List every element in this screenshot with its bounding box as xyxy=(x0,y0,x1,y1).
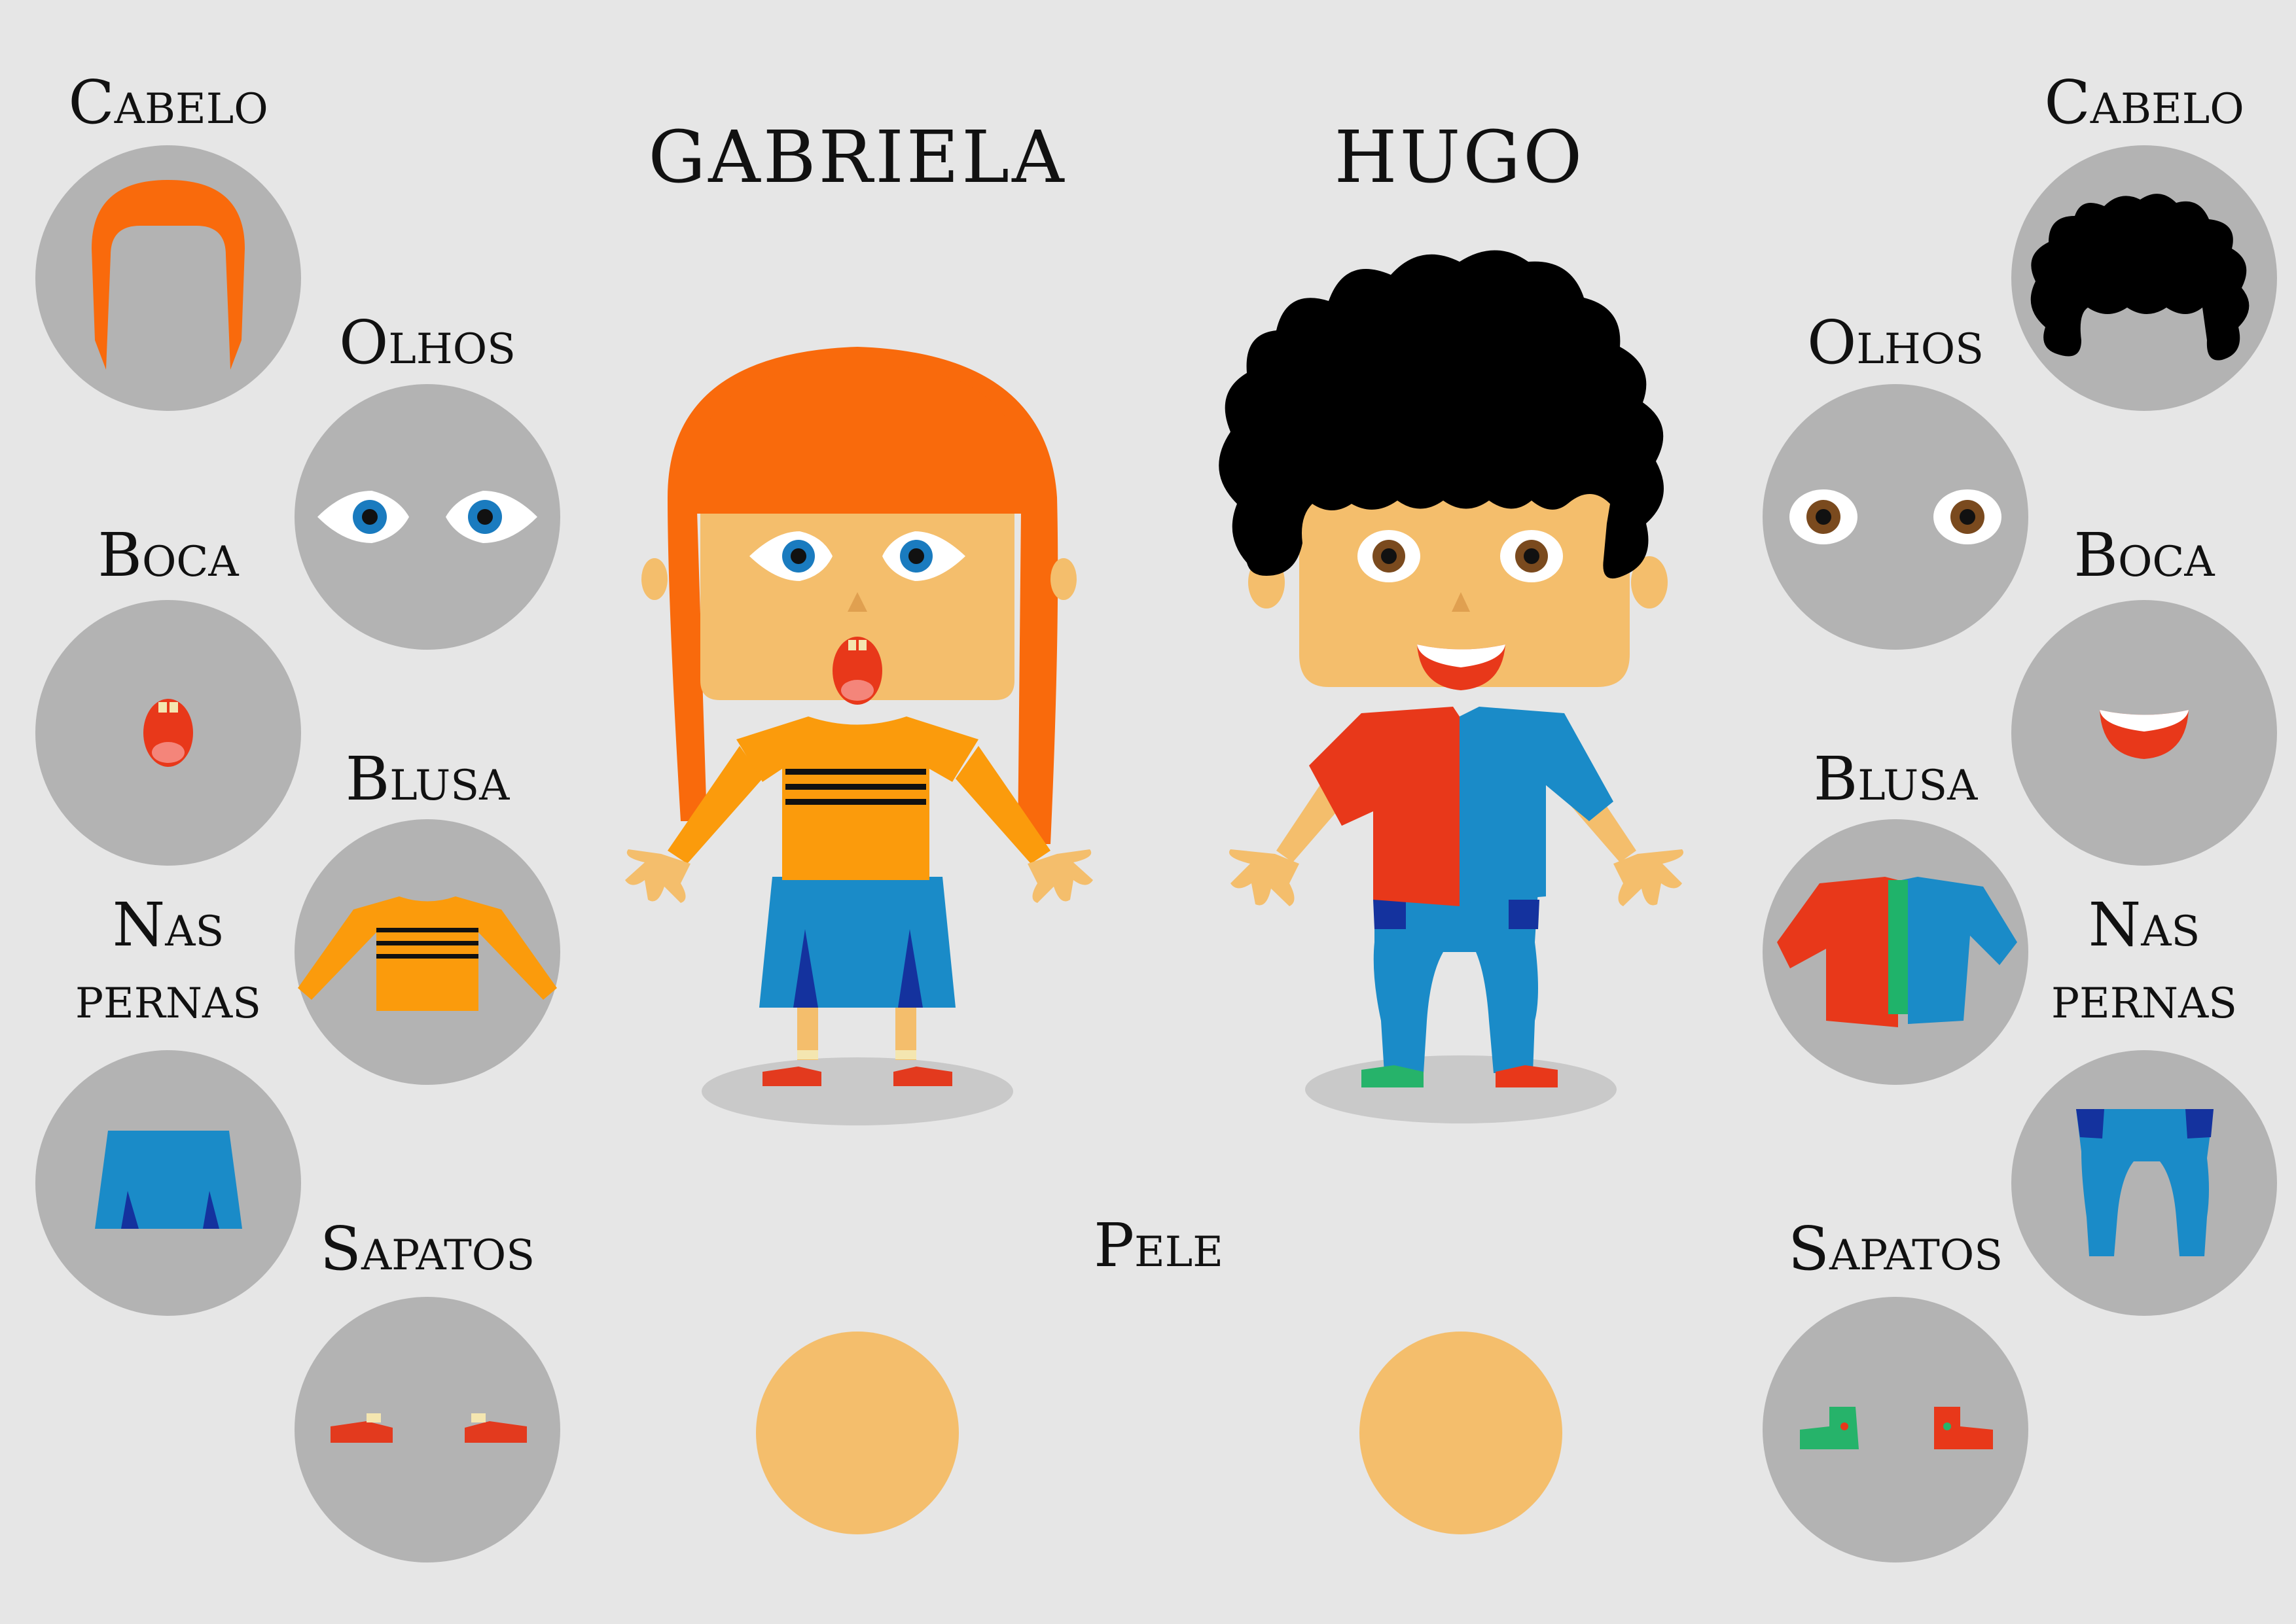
option-circle xyxy=(2011,1050,2277,1316)
hugo-shoes-option[interactable] xyxy=(1763,1297,2028,1562)
label-hair-right: Cabelo xyxy=(2044,67,2244,137)
hugo-legs-option[interactable] xyxy=(2011,1050,2277,1316)
shadow xyxy=(702,1057,1013,1125)
label-mouth-right: Boca xyxy=(2073,520,2215,590)
gabriela-hair-option[interactable] xyxy=(35,145,301,411)
character-dressup-board: GABRIELA HUGO Cabelo Olhos Boca Blusa Na… xyxy=(0,0,2296,1624)
gabriela-shirt-option[interactable] xyxy=(295,819,560,1085)
label-shoes-right: Sapatos xyxy=(1788,1214,2003,1284)
label-legs-left-1: Nas xyxy=(113,890,224,960)
label-mouth-left: Boca xyxy=(98,520,239,590)
label-hair-left: Cabelo xyxy=(68,67,268,137)
label-shirt-right: Blusa xyxy=(1814,744,1978,814)
label-skin: Pele xyxy=(1094,1210,1223,1280)
character-name-hugo: HUGO xyxy=(1335,115,1585,199)
hugo-hair-option[interactable] xyxy=(2011,145,2277,411)
label-shirt-left: Blusa xyxy=(346,744,510,814)
label-legs-left-2: pernas xyxy=(75,962,261,1032)
hugo-eyes-option[interactable] xyxy=(1763,384,2028,650)
gabriela-eyes-option[interactable] xyxy=(295,384,560,650)
gabriela-mouth-option[interactable] xyxy=(35,600,301,866)
label-eyes-left: Olhos xyxy=(339,308,516,378)
character-name-gabriela: GABRIELA xyxy=(648,115,1066,199)
label-legs-right-1: Nas xyxy=(2089,890,2200,960)
label-eyes-right: Olhos xyxy=(1807,308,1984,378)
gabriela-shoes-option[interactable] xyxy=(295,1297,560,1562)
open-mouth-icon xyxy=(143,699,193,767)
gabriela-skin-swatch[interactable] xyxy=(756,1332,959,1534)
hugo-shirt-option[interactable] xyxy=(1763,819,2028,1085)
hugo-mouth-option[interactable] xyxy=(2011,600,2277,866)
label-legs-right-2: pernas xyxy=(2051,962,2237,1032)
shadow xyxy=(1305,1055,1617,1123)
skirt xyxy=(759,877,956,1008)
skirt-icon xyxy=(95,1131,242,1229)
label-shoes-left: Sapatos xyxy=(320,1214,535,1284)
gabriela-legs-option[interactable] xyxy=(35,1050,301,1316)
hugo-skin-swatch[interactable] xyxy=(1359,1332,1562,1534)
